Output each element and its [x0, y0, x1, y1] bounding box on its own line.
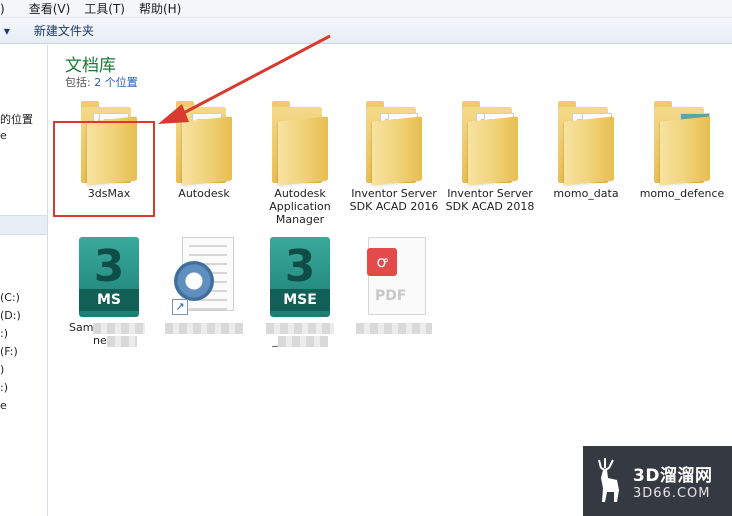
- watermark-line2: 3D66.COM: [633, 486, 711, 501]
- watermark-logo: 3D溜溜网 3D66.COM: [583, 446, 732, 516]
- deer-logo-icon: [598, 458, 619, 502]
- watermark-line1: 3D溜溜网: [633, 466, 713, 486]
- annotation-arrow-icon: [158, 34, 331, 124]
